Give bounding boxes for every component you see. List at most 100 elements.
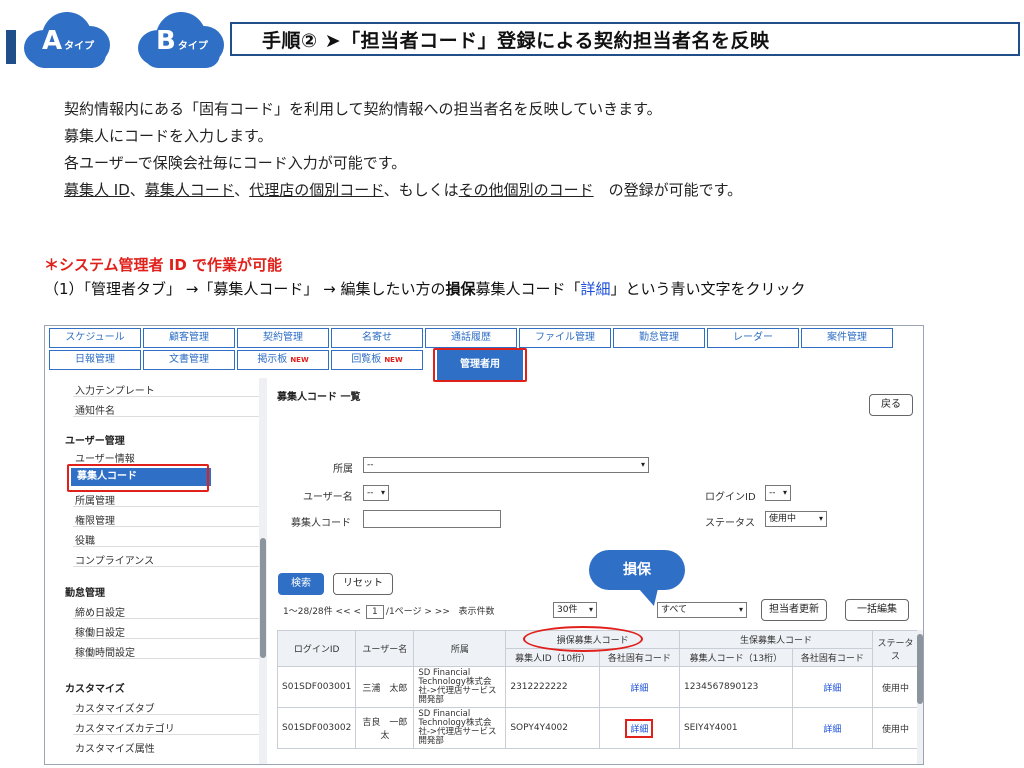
sidebar-item-user-info[interactable]: ユーザー情報 — [75, 450, 135, 465]
tab-circular[interactable]: 回覧板 NEW — [331, 350, 423, 370]
sep: 、 — [234, 181, 250, 199]
sidebar-item-customize-attribute[interactable]: カスタマイズ属性 — [75, 740, 155, 755]
pager-total: /1ページ — [385, 607, 422, 617]
sidebar-item-working-hours[interactable]: 稼働時間設定 — [75, 644, 135, 659]
col-login-id: ログインID — [276, 630, 357, 667]
sidebar-item-customize-tab[interactable]: カスタマイズタブ — [75, 700, 155, 715]
update-assignee-button[interactable]: 担当者更新 — [761, 599, 827, 621]
cell-user-name: 吉良 一郎太 — [355, 707, 415, 749]
label-status: ステータス — [705, 518, 755, 529]
header-accent-bar — [6, 30, 16, 64]
cell-user-name: 三浦 太郎 — [355, 666, 415, 708]
bulk-edit-button[interactable]: 一括編集 — [845, 599, 909, 621]
cell-status: 使用中 — [872, 707, 919, 749]
cell-sonpo-id: 2312222222 — [505, 666, 600, 708]
sidebar-scrollbar[interactable] — [259, 378, 267, 764]
tab-contracts[interactable]: 契約管理 — [237, 328, 329, 348]
table-scroll-thumb[interactable] — [917, 634, 923, 704]
step-part-2: 募集人コード「 — [475, 280, 581, 298]
login-id-select[interactable]: -- ▾ — [765, 485, 791, 501]
admin-notice: ＊システム管理者 ID で作業が可能 — [44, 256, 283, 274]
pagination: 1～28/28件 << < 1/1ページ > >> 表示件数 — [283, 604, 494, 619]
col-sonpo-own: 各社固有コード — [598, 648, 680, 667]
sidebar-item-affiliation[interactable]: 所属管理 — [75, 492, 115, 507]
seiho-detail-link[interactable]: 詳細 — [823, 684, 841, 694]
intro-tail: の登録が可能です。 — [593, 181, 743, 199]
sidebar-item-customize-category[interactable]: カスタマイズカテゴリ — [75, 720, 175, 735]
chevron-down-icon: ▾ — [640, 460, 645, 469]
affiliation-value: -- — [367, 460, 374, 470]
sidebar-item-permissions[interactable]: 権限管理 — [75, 512, 115, 527]
per-page-select[interactable]: 30件 ▾ — [553, 602, 597, 618]
sonpo-detail-link[interactable]: 詳細 — [630, 684, 648, 694]
tab-call-history[interactable]: 通話履歴 — [425, 328, 517, 348]
term-agent-code: 募集人コード — [144, 181, 235, 199]
tab-radar[interactable]: レーダー — [707, 328, 799, 348]
badge-b-sub: タイプ — [177, 41, 208, 52]
col-status: ステータス — [872, 630, 919, 667]
user-name-select[interactable]: -- ▾ — [363, 485, 389, 501]
tab-daily-report[interactable]: 日報管理 — [49, 350, 141, 370]
step-instruction: （1）「管理者タブ」 →「募集人コード」 → 編集したい方の損保募集人コード「詳… — [44, 278, 806, 299]
highlight-sonpo-header — [523, 626, 643, 652]
step-part-3: 」という青い文字をクリック — [610, 280, 806, 298]
highlight-admin-tab — [433, 348, 527, 382]
sidebar-item-closing-day[interactable]: 締め日設定 — [75, 604, 125, 619]
sidebar-item-working-day[interactable]: 稼働日設定 — [75, 624, 125, 639]
filter-select[interactable]: すべて ▾ — [657, 602, 747, 618]
agent-code-input[interactable] — [363, 510, 501, 528]
sidebar-item-notice-subject[interactable]: 通知件名 — [75, 402, 115, 417]
col-seiho-group: 生保募集人コード — [678, 630, 874, 649]
sidebar-item-position[interactable]: 役職 — [75, 532, 95, 547]
status-select[interactable]: 使用中 ▾ — [765, 511, 827, 527]
tab-documents[interactable]: 文書管理 — [143, 350, 235, 370]
pager-prev[interactable]: << < — [336, 607, 361, 617]
chevron-down-icon: ▾ — [738, 605, 743, 614]
cell-status: 使用中 — [872, 666, 919, 708]
sidebar-head-users: ユーザー管理 — [65, 436, 125, 447]
sidebar-item-compliance[interactable]: コンプライアンス — [75, 552, 154, 567]
pager-next[interactable]: > >> — [424, 607, 449, 617]
sep: 、 — [129, 181, 145, 199]
tab-schedule[interactable]: スケジュール — [49, 328, 141, 348]
chevron-down-icon: ▾ — [782, 488, 787, 497]
cell-affiliation: SD Financial Technology株式会社->代理店サービス開発部 — [413, 666, 507, 708]
per-page-value: 30件 — [557, 605, 578, 615]
sidebar-item-input-template[interactable]: 入力テンプレート — [75, 382, 155, 397]
sep: 、もしくは — [383, 181, 459, 199]
table-scrollbar[interactable] — [917, 630, 923, 764]
tab-files[interactable]: ファイル管理 — [519, 328, 611, 348]
chevron-down-icon: ▾ — [380, 488, 385, 497]
sidebar-head-customize: カスタマイズ — [65, 684, 125, 695]
label-login-id: ログインID — [705, 492, 756, 503]
reset-button[interactable]: リセット — [333, 573, 393, 595]
filter-value: すべて — [661, 605, 688, 615]
chevron-down-icon: ▾ — [588, 605, 593, 614]
page-input[interactable]: 1 — [365, 604, 384, 619]
tab-projects[interactable]: 案件管理 — [801, 328, 893, 348]
tab-attendance[interactable]: 勤怠管理 — [613, 328, 705, 348]
tab-customers[interactable]: 顧客管理 — [143, 328, 235, 348]
tab-bulletin-label: 掲示板 — [257, 354, 288, 365]
back-button[interactable]: 戻る — [869, 394, 913, 416]
sonpo-detail-link-highlighted[interactable]: 詳細 — [625, 718, 654, 738]
intro-line-3: 各ユーザーで保険会社毎にコード入力が可能です。 — [64, 154, 407, 172]
login-id-value: -- — [769, 488, 776, 498]
app-screenshot: スケジュール 顧客管理 契約管理 名寄せ 通話履歴 ファイル管理 勤怠管理 レー… — [44, 325, 924, 765]
affiliation-select[interactable]: -- ▾ — [363, 457, 649, 473]
step-blue-word: 詳細 — [580, 280, 611, 298]
col-seiho-code: 募集人コード（13桁） — [678, 648, 793, 667]
user-name-value: -- — [367, 488, 374, 498]
search-button[interactable]: 検索 — [278, 573, 324, 595]
badge-b-letter: B — [156, 26, 176, 56]
tab-merge[interactable]: 名寄せ — [331, 328, 423, 348]
label-agent-code: 募集人コード — [291, 518, 351, 529]
type-a-badge: A タイプ — [18, 8, 118, 70]
term-agency-code: 代理店の個別コード — [249, 181, 384, 199]
seiho-detail-link[interactable]: 詳細 — [823, 725, 841, 735]
table-row: S01SDF003002 吉良 一郎太 SD Financial Technol… — [276, 707, 919, 749]
cell-login-id: S01SDF003002 — [276, 707, 357, 749]
tab-bulletin[interactable]: 掲示板 NEW — [237, 350, 329, 370]
sidebar-scroll-thumb[interactable] — [260, 538, 266, 658]
col-user-name: ユーザー名 — [355, 630, 415, 667]
